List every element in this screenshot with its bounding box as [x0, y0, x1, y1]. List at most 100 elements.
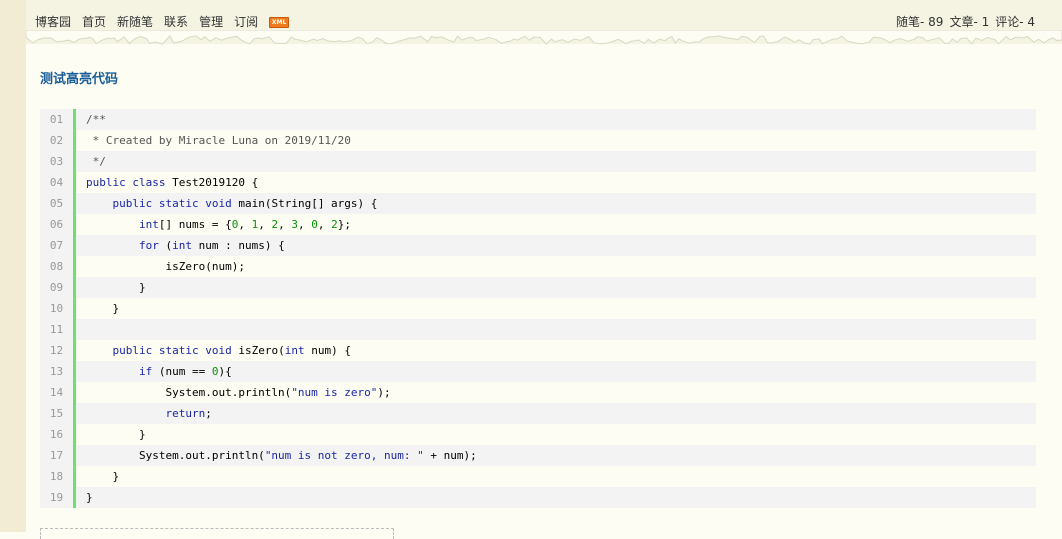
line-number: 05	[40, 193, 76, 214]
code-text: return;	[76, 403, 1036, 424]
line-number: 11	[40, 319, 76, 340]
code-line: 12 public static void isZero(int num) {	[40, 340, 1036, 361]
code-token: public class	[86, 176, 173, 189]
line-number: 10	[40, 298, 76, 319]
code-token: "num is not zero, num: "	[264, 449, 424, 462]
line-number: 16	[40, 424, 76, 445]
nav-contact[interactable]: 联系	[164, 14, 188, 30]
code-token: * Created by Miracle Luna on 2019/11/20	[86, 134, 351, 147]
code-text	[76, 319, 1036, 340]
code-line: 07 for (int num : nums) {	[40, 235, 1036, 256]
code-text: }	[76, 298, 1036, 319]
code-line: 13 if (num == 0){	[40, 361, 1036, 382]
code-token: ,	[317, 218, 332, 231]
line-number: 09	[40, 277, 76, 298]
code-text: */	[76, 151, 1036, 172]
code-line: 10 }	[40, 298, 1036, 319]
line-number: 17	[40, 445, 76, 466]
code-token: isZero(num);	[86, 260, 245, 273]
line-number: 18	[40, 466, 76, 487]
code-token: for	[138, 239, 166, 252]
stat-comments: 评论- 4	[995, 15, 1035, 29]
code-text: }	[76, 487, 1036, 508]
header-bar: 博客园 首页 新随笔 联系 管理 订阅 XML 随笔- 89 文章- 1 评论- 4	[26, 0, 1062, 45]
line-number: 08	[40, 256, 76, 277]
code-text: * Created by Miracle Luna on 2019/11/20	[76, 130, 1036, 151]
line-number: 03	[40, 151, 76, 172]
code-line: 11	[40, 319, 1036, 340]
line-number: 13	[40, 361, 76, 382]
code-token: };	[337, 218, 351, 231]
page: 博客园 首页 新随笔 联系 管理 订阅 XML 随笔- 89 文章- 1 评论- 4 测试高…	[26, 0, 1062, 539]
code-token: }	[86, 491, 93, 504]
code-token: isZero(	[238, 344, 285, 357]
code-token: (num ==	[158, 365, 212, 378]
code-text: public static void isZero(int num) {	[76, 340, 1036, 361]
code-token: System.out.println(	[86, 386, 292, 399]
code-text: System.out.println("num is not zero, num…	[76, 445, 1036, 466]
nav-new-post[interactable]: 新随笔	[117, 14, 153, 30]
code-line: 17 System.out.println("num is not zero, …	[40, 445, 1036, 466]
code-token: num : nums) {	[198, 239, 285, 252]
nav-subscribe[interactable]: 订阅	[234, 14, 258, 30]
code-text: System.out.println("num is zero");	[76, 382, 1036, 403]
left-margin-strip	[0, 0, 27, 532]
line-number: 06	[40, 214, 76, 235]
code-text: }	[76, 424, 1036, 445]
code-line: 18 }	[40, 466, 1036, 487]
code-token: if	[138, 365, 159, 378]
code-text: }	[76, 466, 1036, 487]
code-token: 2	[331, 218, 338, 231]
post-title-link[interactable]: 测试高亮代码	[40, 68, 118, 87]
code-token: public static void	[112, 344, 239, 357]
blog-stats: 随笔- 89 文章- 1 评论- 4	[896, 14, 1035, 30]
line-number: 14	[40, 382, 76, 403]
code-line: 08 isZero(num);	[40, 256, 1036, 277]
code-token: int	[172, 239, 199, 252]
nav-home[interactable]: 首页	[82, 14, 106, 30]
code-token: ,	[297, 218, 312, 231]
code-line: 02 * Created by Miracle Luna on 2019/11/…	[40, 130, 1036, 151]
code-token: [] nums = {	[158, 218, 232, 231]
code-token: ){	[218, 365, 232, 378]
code-line: 16 }	[40, 424, 1036, 445]
code-text: }	[76, 277, 1036, 298]
code-line: 01 /**	[40, 109, 1036, 130]
code-token: */	[86, 155, 106, 168]
code-token: public static void	[112, 197, 239, 210]
top-nav: 博客园 首页 新随笔 联系 管理 订阅 XML	[35, 14, 290, 30]
line-number: 04	[40, 172, 76, 193]
code-line: 04 public class Test2019120 {	[40, 172, 1036, 193]
code-text: public static void main(String[] args) {	[76, 193, 1036, 214]
code-token: ,	[278, 218, 292, 231]
stat-posts: 随笔- 89	[896, 15, 944, 29]
nav-admin[interactable]: 管理	[199, 14, 223, 30]
code-token: return	[165, 407, 206, 420]
line-number: 12	[40, 340, 76, 361]
code-line: 06 int[] nums = {0, 1, 2, 3, 0, 2};	[40, 214, 1036, 235]
code-token: 0	[311, 218, 318, 231]
code-token: "num is zero"	[291, 386, 378, 399]
code-token: num) {	[311, 344, 351, 357]
xml-rss-icon[interactable]: XML	[269, 16, 290, 28]
code-token: Test2019120 {	[172, 176, 259, 189]
nav-blog-home[interactable]: 博客园	[35, 14, 71, 30]
code-line: 15 return;	[40, 403, 1036, 424]
stat-articles: 文章- 1	[949, 15, 990, 29]
code-token: main(String[] args) {	[238, 197, 378, 210]
code-line: 19}	[40, 487, 1036, 508]
code-token: + num);	[423, 449, 477, 462]
code-text: for (int num : nums) {	[76, 235, 1036, 256]
code-line: 09 }	[40, 277, 1036, 298]
line-number: 07	[40, 235, 76, 256]
code-token: int	[138, 218, 159, 231]
code-token: System.out.println(	[86, 449, 265, 462]
line-number: 15	[40, 403, 76, 424]
line-number: 01	[40, 109, 76, 130]
code-token: int	[284, 344, 312, 357]
